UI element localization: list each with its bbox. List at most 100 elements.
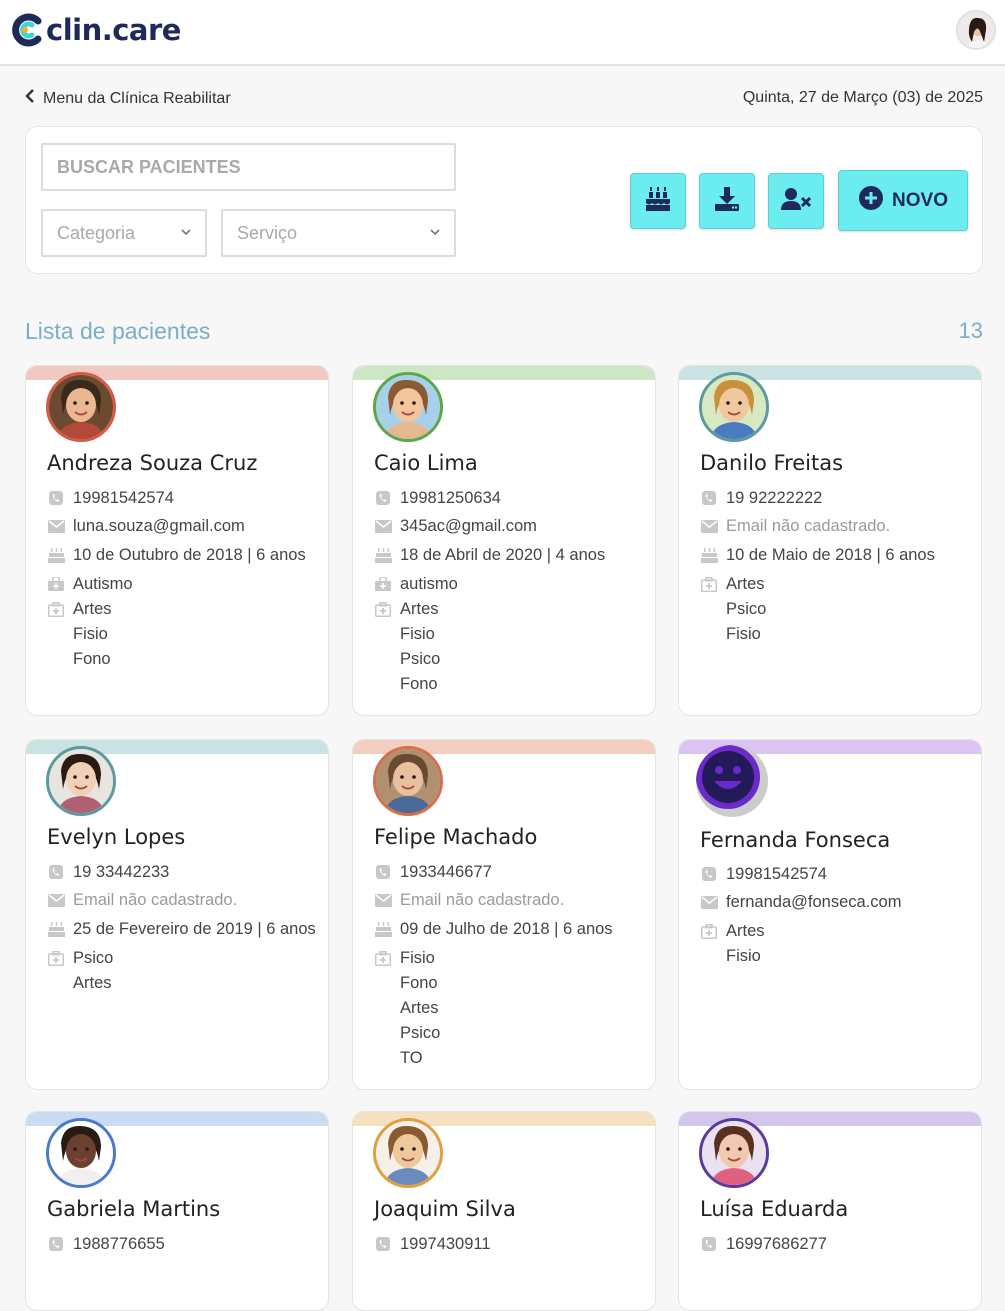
patient-phone: 1933446677	[374, 858, 654, 887]
user-avatar[interactable]	[956, 10, 996, 50]
medical-kit-icon	[374, 601, 392, 617]
patient-name[interactable]: Andreza Souza Cruz	[47, 451, 257, 475]
service-item: Artes	[700, 919, 980, 944]
patient-card[interactable]: Gabriela Martins 1988776655	[25, 1111, 329, 1311]
mail-icon	[700, 895, 718, 911]
phone-icon	[47, 1236, 65, 1252]
patient-email-text: Email não cadastrado.	[400, 891, 565, 910]
service-item: Fisio	[374, 622, 654, 647]
patient-card[interactable]: Luísa Eduarda 16997686277	[678, 1111, 982, 1311]
patient-card[interactable]: Danilo Freitas 19 92222222 Email não cadas…	[678, 365, 982, 716]
service-item-text: Fisio	[400, 948, 435, 967]
back-link[interactable]: Menu da Clínica Reabilitar	[25, 89, 231, 108]
service-item-text: Psico	[726, 599, 767, 618]
patient-birthdate-text: 09 de Julho de 2018 | 6 anos	[400, 919, 613, 938]
patient-services: Artes Fisio	[700, 919, 980, 969]
phone-icon	[47, 864, 65, 880]
service-item: Psico	[374, 647, 654, 672]
patient-birthdate-text: 10 de Outubro de 2018 | 6 anos	[73, 545, 306, 564]
smiley-avatar-icon	[696, 745, 768, 817]
service-item: Fisio	[374, 946, 654, 971]
user-remove-icon	[781, 187, 812, 216]
service-item-text: Artes	[73, 973, 112, 992]
phone-icon	[374, 1236, 392, 1252]
service-item: Fono	[374, 971, 654, 996]
patient-phone-text: 19981542574	[73, 488, 174, 507]
category-icon	[47, 576, 65, 592]
patient-name[interactable]: Gabriela Martins	[47, 1197, 220, 1221]
patient-photo	[373, 746, 443, 816]
service-item: Fono	[47, 647, 327, 672]
service-item-text: Fisio	[400, 624, 435, 643]
patient-card[interactable]: Fernanda Fonseca 19981542574 fernanda@fons…	[678, 739, 982, 1090]
patient-name[interactable]: Evelyn Lopes	[47, 825, 185, 849]
patient-birthdate-text: 10 de Maio de 2018 | 6 anos	[726, 545, 935, 564]
patient-name[interactable]: Felipe Machado	[374, 825, 537, 849]
logo-mark-icon	[12, 13, 44, 47]
birthday-cake-icon	[47, 921, 65, 937]
patient-phone: 19981542574	[47, 484, 327, 513]
chevron-down-icon	[430, 227, 440, 239]
patient-phone-text: 19 92222222	[726, 488, 823, 507]
app-logo[interactable]: clin.care	[12, 10, 181, 50]
service-item-text: Fono	[73, 649, 111, 668]
patient-phone-text: 1997430911	[400, 1234, 491, 1253]
patient-card[interactable]: Andreza Souza Cruz 19981542574 luna.souza@…	[25, 365, 329, 716]
patient-card[interactable]: Joaquim Silva 1997430911	[352, 1111, 656, 1311]
category-select[interactable]: Categoria	[41, 209, 207, 257]
service-item-text: Artes	[73, 599, 112, 618]
patient-name[interactable]: Joaquim Silva	[374, 1197, 516, 1221]
service-item-text: Artes	[400, 998, 439, 1017]
service-item: Artes	[374, 597, 654, 622]
medical-kit-icon	[700, 924, 718, 940]
chevron-left-icon	[25, 89, 35, 108]
patient-phone: 1997430911	[374, 1230, 654, 1259]
service-item-text: Psico	[400, 1023, 441, 1042]
mail-icon	[47, 519, 65, 535]
patient-name[interactable]: Danilo Freitas	[700, 451, 843, 475]
filter-panel: Categoria Serviço	[25, 126, 983, 274]
patient-email: luna.souza@gmail.com	[47, 513, 327, 542]
patient-phone: 19981250634	[374, 484, 654, 513]
birthdays-button[interactable]	[630, 173, 686, 229]
patient-photo	[699, 1118, 769, 1188]
download-button[interactable]	[699, 173, 755, 229]
patient-name[interactable]: Luísa Eduarda	[700, 1197, 848, 1221]
chevron-down-icon	[181, 227, 191, 239]
patient-email-text: Email não cadastrado.	[73, 891, 238, 910]
logo-text: clin.care	[46, 13, 181, 47]
new-patient-button[interactable]: NOVO	[838, 170, 968, 231]
birthday-cake-icon	[374, 921, 392, 937]
patient-phone-text: 19 33442233	[73, 862, 170, 881]
patient-card[interactable]: Felipe Machado 1933446677 Email não cadast…	[352, 739, 656, 1090]
patient-card[interactable]: Evelyn Lopes 19 33442233 Email não cadastr…	[25, 739, 329, 1090]
patient-photo	[699, 372, 769, 442]
medical-kit-icon	[700, 576, 718, 592]
patient-card[interactable]: Caio Lima 19981250634 345ac@gmail.com 18 de…	[352, 365, 656, 716]
phone-icon	[47, 490, 65, 506]
service-item: Psico	[47, 946, 327, 971]
top-bar: clin.care	[0, 0, 1005, 66]
patient-email: Email não cadastrado.	[700, 513, 980, 542]
patient-name[interactable]: Fernanda Fonseca	[700, 828, 890, 852]
patient-email-text: luna.souza@gmail.com	[73, 517, 245, 536]
phone-icon	[700, 490, 718, 506]
service-item: Artes	[374, 996, 654, 1021]
birthday-cake-icon	[700, 547, 718, 563]
service-item-text: Fisio	[73, 624, 108, 643]
patient-birthdate-text: 25 de Fevereiro de 2019 | 6 anos	[73, 919, 316, 938]
search-input[interactable]	[41, 143, 456, 191]
patient-name[interactable]: Caio Lima	[374, 451, 478, 475]
service-item-text: TO	[400, 1048, 423, 1067]
service-item: Fono	[374, 672, 654, 697]
list-title: Lista de pacientes	[25, 318, 211, 344]
service-item-text: Fisio	[726, 947, 761, 965]
phone-icon	[700, 1236, 718, 1252]
service-item-text: Psico	[73, 948, 114, 967]
inactive-patients-button[interactable]	[768, 173, 824, 229]
patient-phone-text: 1933446677	[400, 862, 492, 881]
patient-photo	[373, 372, 443, 442]
service-select[interactable]: Serviço	[221, 209, 456, 257]
service-select-label: Serviço	[237, 222, 298, 243]
patient-email-text: Email não cadastrado.	[726, 517, 891, 536]
